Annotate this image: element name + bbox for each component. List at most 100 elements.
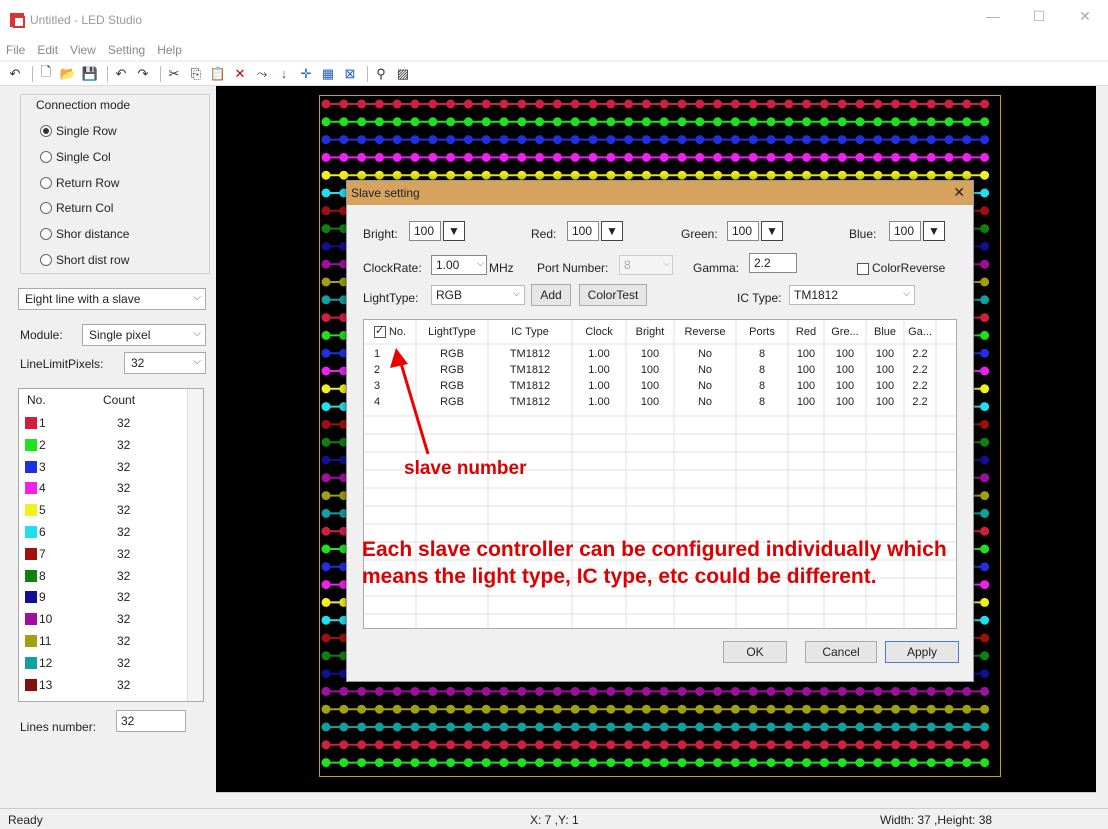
add-button[interactable]: Add bbox=[531, 284, 571, 306]
table-cell[interactable]: No bbox=[674, 380, 736, 392]
table-cell[interactable]: 2.2 bbox=[904, 364, 936, 376]
new-icon[interactable]: 🗋 bbox=[37, 64, 55, 83]
list-scrollbar[interactable] bbox=[187, 389, 203, 701]
save-icon[interactable]: 💾 bbox=[81, 65, 99, 83]
table-cell[interactable]: RGB bbox=[416, 396, 488, 408]
table-cell[interactable]: 100 bbox=[824, 396, 866, 408]
radio-short-dist-row[interactable]: Short dist row bbox=[40, 253, 129, 267]
radio-return-col[interactable]: Return Col bbox=[40, 201, 113, 215]
table-cell[interactable]: TM1812 bbox=[488, 364, 572, 376]
list-item[interactable]: 13 32 bbox=[25, 675, 175, 695]
table-cell[interactable]: RGB bbox=[416, 364, 488, 376]
list-item[interactable]: 3 32 bbox=[25, 457, 175, 477]
open-icon[interactable]: 📂 bbox=[59, 65, 77, 83]
list-item[interactable]: 4 32 bbox=[25, 478, 175, 498]
table-cell[interactable]: 100 bbox=[866, 396, 904, 408]
table-cell[interactable]: No bbox=[674, 364, 736, 376]
column-header[interactable]: Clock bbox=[572, 326, 626, 338]
redo-icon[interactable]: ↷ bbox=[134, 65, 152, 83]
table-cell[interactable]: 1.00 bbox=[572, 396, 626, 408]
table-cell[interactable]: 8 bbox=[736, 396, 788, 408]
column-header[interactable]: Red bbox=[788, 326, 824, 338]
crosshair-icon[interactable]: ✛ bbox=[297, 65, 315, 83]
dialog-close-icon[interactable]: ✕ bbox=[953, 184, 965, 201]
table-cell[interactable]: 100 bbox=[626, 364, 674, 376]
menu-file[interactable]: File bbox=[0, 43, 31, 57]
table-cell[interactable]: 100 bbox=[866, 364, 904, 376]
table-cell[interactable]: RGB bbox=[416, 348, 488, 360]
binocular-icon[interactable]: ⚲ bbox=[372, 65, 390, 83]
radio-return-row[interactable]: Return Row bbox=[40, 176, 119, 190]
colortest-button[interactable]: ColorTest bbox=[579, 284, 647, 306]
table-cell[interactable]: 100 bbox=[866, 380, 904, 392]
ok-button[interactable]: OK bbox=[723, 641, 787, 663]
table-cell[interactable]: 2.2 bbox=[904, 396, 936, 408]
column-header[interactable]: Ports bbox=[736, 326, 788, 338]
line-limit-select[interactable]: 32 ⌵ bbox=[124, 352, 206, 374]
radio-single-col[interactable]: Single Col bbox=[40, 150, 111, 164]
port-number-select[interactable]: 8 ⌵ bbox=[619, 255, 673, 275]
table-cell[interactable]: 100 bbox=[788, 348, 824, 360]
table-cell[interactable]: RGB bbox=[416, 380, 488, 392]
table-cell[interactable]: No bbox=[674, 348, 736, 360]
table-cell[interactable]: 100 bbox=[788, 380, 824, 392]
select-all-checkbox[interactable] bbox=[373, 324, 386, 339]
list-item[interactable]: 2 32 bbox=[25, 435, 175, 455]
gamma-input[interactable]: 2.2 bbox=[749, 253, 797, 273]
maximize-button[interactable]: ☐ bbox=[1016, 8, 1062, 25]
cut-icon[interactable]: ✂ bbox=[165, 65, 183, 83]
table-cell[interactable]: 1.00 bbox=[572, 348, 626, 360]
column-header[interactable]: Bright bbox=[626, 326, 674, 338]
frame-icon[interactable]: ⊠ bbox=[341, 65, 359, 83]
close-button[interactable]: ✕ bbox=[1062, 8, 1108, 25]
lines-number-input[interactable]: 32 bbox=[116, 710, 186, 732]
list-item[interactable]: 9 32 bbox=[25, 587, 175, 607]
table-cell[interactable]: 1 bbox=[364, 348, 416, 360]
table-cell[interactable]: 100 bbox=[824, 380, 866, 392]
table-cell[interactable]: 1.00 bbox=[572, 380, 626, 392]
bright-input[interactable]: 100 bbox=[409, 221, 441, 241]
table-cell[interactable]: 100 bbox=[866, 348, 904, 360]
list-item[interactable]: 6 32 bbox=[25, 522, 175, 542]
column-header[interactable]: LightType bbox=[416, 326, 488, 338]
table-cell[interactable]: 8 bbox=[736, 348, 788, 360]
table-cell[interactable]: 8 bbox=[736, 364, 788, 376]
green-input[interactable]: 100 bbox=[727, 221, 759, 241]
list-item[interactable]: 7 32 bbox=[25, 544, 175, 564]
table-cell[interactable]: 100 bbox=[788, 364, 824, 376]
table-cell[interactable]: 1.00 bbox=[572, 364, 626, 376]
list-item[interactable]: 11 32 bbox=[25, 631, 175, 651]
column-header[interactable]: Gre... bbox=[824, 326, 866, 338]
list-item[interactable]: 1 32 bbox=[25, 413, 175, 433]
column-header[interactable]: IC Type bbox=[488, 326, 572, 338]
grid-icon[interactable]: ▦ bbox=[319, 65, 337, 83]
menu-help[interactable]: Help bbox=[151, 43, 188, 57]
table-cell[interactable]: No bbox=[674, 396, 736, 408]
list-item[interactable]: 10 32 bbox=[25, 609, 175, 629]
red-input[interactable]: 100 bbox=[567, 221, 599, 241]
line-list[interactable]: No. Count 1 32 2 32 3 32 4 32 5 32 6 32 7 32 8 32 9 32 10 3… bbox=[18, 388, 204, 702]
delete-icon[interactable]: ✕ bbox=[231, 65, 249, 83]
table-cell[interactable]: 100 bbox=[626, 380, 674, 392]
table-cell[interactable]: TM1812 bbox=[488, 348, 572, 360]
lighttype-select[interactable]: RGB ⌵ bbox=[431, 285, 525, 305]
table-cell[interactable]: 2.2 bbox=[904, 380, 936, 392]
table-cell[interactable]: 2.2 bbox=[904, 348, 936, 360]
bright-dropdown-icon[interactable]: ▼ bbox=[443, 221, 465, 241]
menu-view[interactable]: View bbox=[64, 43, 102, 57]
green-dropdown-icon[interactable]: ▼ bbox=[761, 221, 783, 241]
undo-icon[interactable]: ↶ bbox=[6, 65, 24, 83]
copy-icon[interactable]: ⎘ bbox=[187, 65, 205, 83]
colorreverse-checkbox[interactable]: ColorReverse bbox=[857, 261, 945, 275]
blue-dropdown-icon[interactable]: ▼ bbox=[923, 221, 945, 241]
table-cell[interactable]: 2 bbox=[364, 364, 416, 376]
table-cell[interactable]: 100 bbox=[824, 348, 866, 360]
list-item[interactable]: 8 32 bbox=[25, 566, 175, 586]
paste-icon[interactable]: 📋 bbox=[209, 65, 227, 83]
canvas-horizontal-scrollbar[interactable] bbox=[216, 792, 1096, 806]
list-item[interactable]: 5 32 bbox=[25, 500, 175, 520]
table-cell[interactable]: 100 bbox=[824, 364, 866, 376]
image-icon[interactable]: ▨ bbox=[394, 65, 412, 83]
menu-setting[interactable]: Setting bbox=[102, 43, 151, 57]
column-header[interactable]: Blue bbox=[866, 326, 904, 338]
